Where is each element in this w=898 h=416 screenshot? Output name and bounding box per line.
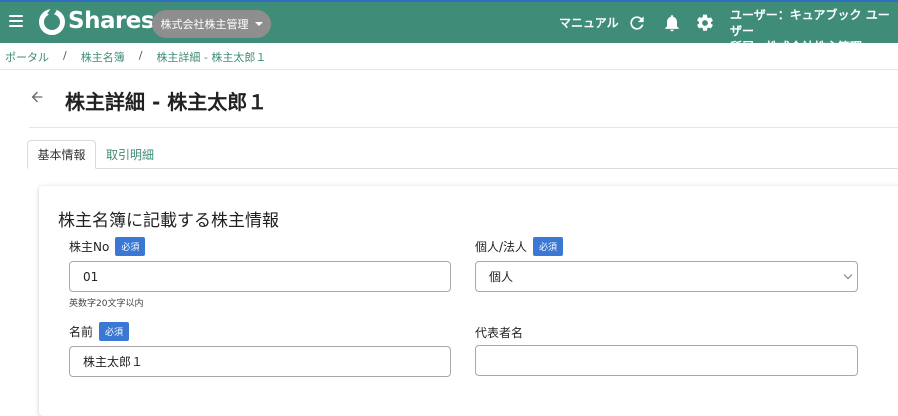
user-info[interactable]: ユーザー：キュアブック ユーザー 所属：株式会社株主管理 [730, 7, 898, 55]
logo-icon [39, 9, 65, 35]
breadcrumb-shareholder-list[interactable]: 株主名簿 [81, 49, 125, 65]
shareholder-no-value: 01 [83, 269, 99, 284]
entity-type-select[interactable]: 個人 [475, 261, 858, 292]
divider [29, 127, 898, 128]
entity-type-label: 個人/法人 [475, 240, 528, 254]
shareholder-no-hint: 英数字20文字以内 [69, 299, 144, 309]
gear-icon[interactable] [695, 13, 715, 33]
user-affiliation: 所属：株式会社株主管理 [730, 40, 863, 54]
representative-label-row: 代表者名 [475, 324, 523, 341]
entity-type-label-row: 個人/法人 必須 [475, 237, 564, 256]
breadcrumb-portal[interactable]: ポータル [5, 49, 49, 65]
shareholder-no-label: 株主No [69, 240, 110, 254]
entity-type-value: 個人 [489, 270, 514, 284]
section-title: 株主名簿に記載する株主情報 [58, 211, 279, 231]
top-app-bar: Shares 株式会社株主管理 マニュアル ユーザー：キュアブック ユーザー 所… [0, 0, 898, 54]
manual-link[interactable]: マニュアル [559, 14, 619, 31]
name-label-row: 名前 必須 [69, 322, 130, 341]
menu-icon[interactable] [9, 15, 23, 27]
back-arrow-icon[interactable] [29, 89, 45, 105]
tab-transactions[interactable]: 取引明細 [97, 140, 163, 169]
app-logo-text[interactable]: Shares [68, 8, 155, 34]
refresh-icon[interactable] [627, 13, 647, 33]
name-input[interactable]: 株主太郎１ [69, 346, 451, 377]
required-badge: 必須 [115, 237, 146, 256]
user-name: ユーザー：キュアブック ユーザー [730, 8, 890, 38]
breadcrumb-separator: / [138, 49, 143, 62]
chevron-down-icon [843, 270, 853, 280]
required-badge: 必須 [533, 237, 564, 256]
company-selector-label: 株式会社株主管理 [160, 18, 249, 31]
tabs-divider [27, 168, 898, 169]
company-selector-button[interactable]: 株式会社株主管理 [152, 10, 271, 38]
representative-input[interactable] [475, 345, 858, 376]
divider [0, 69, 898, 70]
shareholder-no-label-row: 株主No 必須 [69, 237, 146, 256]
tab-basic-info[interactable]: 基本情報 [27, 140, 96, 169]
name-value: 株主太郎１ [83, 355, 144, 369]
name-label: 名前 [69, 325, 94, 339]
caret-down-icon [254, 22, 263, 26]
page-title: 株主詳細 - 株主太郎１ [65, 90, 268, 114]
representative-label: 代表者名 [475, 326, 524, 340]
breadcrumb: ポータル / 株主名簿 / 株主詳細 - 株主太郎１ [5, 49, 266, 65]
shareholder-no-input[interactable]: 01 [69, 261, 451, 292]
required-badge: 必須 [99, 322, 130, 341]
breadcrumb-current[interactable]: 株主詳細 - 株主太郎１ [156, 49, 266, 65]
breadcrumb-separator: / [63, 49, 67, 62]
bell-icon[interactable] [662, 13, 682, 33]
